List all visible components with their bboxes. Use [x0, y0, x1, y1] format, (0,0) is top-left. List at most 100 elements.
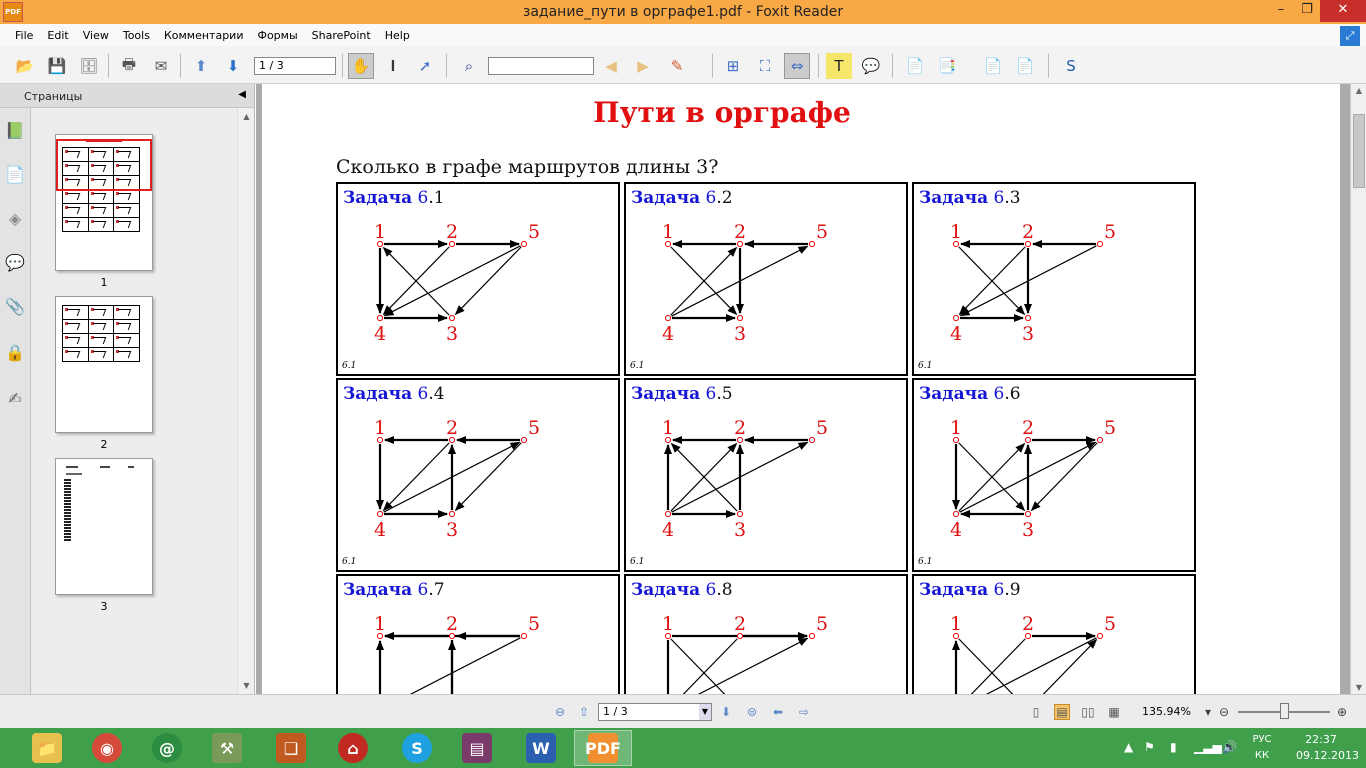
maximize-button[interactable]: ❐: [1294, 0, 1320, 22]
save-icon[interactable]: 💾: [44, 53, 70, 79]
graph-vertex-4: [952, 314, 960, 322]
doc-scroll-down-icon[interactable]: ▼: [1351, 683, 1366, 692]
hand-tool-icon[interactable]: ✋: [348, 53, 374, 79]
print-icon[interactable]: 🖶: [116, 53, 142, 79]
page-number-input[interactable]: 1 / 3: [254, 57, 336, 75]
taskbar-app-orange[interactable]: ❑: [262, 730, 320, 766]
prev-page-icon[interactable]: ⇧: [576, 704, 592, 720]
page-thumbnail-3[interactable]: [55, 458, 153, 595]
bookmarks-icon[interactable]: 📗: [3, 118, 27, 142]
zoom-in-icon[interactable]: ⊕: [1334, 704, 1350, 720]
go-back-icon[interactable]: ⬅: [770, 704, 786, 720]
taskbar-explorer[interactable]: 📁: [18, 730, 76, 766]
page-dropdown-icon[interactable]: ▼: [699, 704, 711, 720]
continuous-facing-icon[interactable]: ▦: [1106, 704, 1122, 720]
facing-pages-icon[interactable]: ▯▯: [1080, 704, 1096, 720]
menu-tools[interactable]: Tools: [116, 29, 157, 42]
thumbnail-panel: 1 2 3: [32, 108, 237, 694]
fit-page-icon[interactable]: ⛶: [752, 53, 778, 79]
layers-icon[interactable]: ◈: [3, 206, 27, 230]
volume-icon[interactable]: 🔊: [1222, 740, 1237, 754]
input-language[interactable]: РУС КК: [1247, 732, 1277, 764]
page-thumbnail-1[interactable]: [55, 134, 153, 271]
collapse-sidebar-icon[interactable]: ◀: [238, 89, 246, 100]
network-warning-icon[interactable]: ⚑: [1144, 740, 1155, 754]
taskbar-chrome[interactable]: ◉: [78, 730, 136, 766]
fullscreen-icon[interactable]: ⤢: [1340, 26, 1360, 46]
close-button[interactable]: ✕: [1320, 0, 1366, 22]
minimize-button[interactable]: –: [1268, 0, 1294, 22]
digraph-7: 12345: [374, 613, 540, 694]
signatures-icon[interactable]: ✍: [3, 386, 27, 410]
create-pdf-icon[interactable]: 📄: [902, 53, 928, 79]
next-page-status-icon[interactable]: ⬇: [718, 704, 734, 720]
comments-icon[interactable]: 💬: [3, 250, 27, 274]
menu-edit[interactable]: Edit: [40, 29, 75, 42]
pages-icon[interactable]: 📄: [3, 162, 27, 186]
taskbar-tools[interactable]: ⚒: [198, 730, 256, 766]
actual-size-icon[interactable]: ⊞: [720, 53, 746, 79]
security-lock-icon[interactable]: 🔒: [3, 340, 27, 364]
select-text-icon[interactable]: 𝐈: [380, 53, 406, 79]
attachments-icon[interactable]: 📎: [3, 294, 27, 318]
zoom-out-icon[interactable]: ⊖: [1216, 704, 1232, 720]
pdf-tools-icon[interactable]: 📑: [934, 53, 960, 79]
taskbar-skype[interactable]: S: [388, 730, 446, 766]
next-page-icon[interactable]: ⬇: [220, 53, 246, 79]
document-scrollbar[interactable]: ▲ ▼: [1350, 84, 1366, 694]
scroll-up-icon[interactable]: ▲: [238, 112, 255, 121]
vertex-label-1: 1: [950, 613, 962, 635]
pdf-export-icon[interactable]: 📄: [1012, 53, 1038, 79]
find-next-icon[interactable]: ▶: [630, 53, 656, 79]
save-as-icon[interactable]: 🗄: [76, 53, 102, 79]
menu-comments[interactable]: Комментарии: [157, 29, 251, 42]
fit-width-icon[interactable]: ⇔: [784, 53, 810, 79]
menu-file[interactable]: File: [8, 29, 40, 42]
menu-forms[interactable]: Формы: [250, 29, 304, 42]
scroll-down-icon[interactable]: ▼: [238, 681, 255, 690]
continuous-page-icon[interactable]: ▤: [1054, 704, 1070, 720]
menu-help[interactable]: Help: [378, 29, 417, 42]
system-clock[interactable]: 22:37 09.12.2013: [1296, 732, 1359, 764]
open-folder-icon[interactable]: 📂: [12, 53, 38, 79]
find-previous-icon[interactable]: ◀: [598, 53, 624, 79]
task-cell-6: Задача 6.6 1 2 3 4 5 6.1: [912, 378, 1196, 572]
previous-page-icon[interactable]: ⬆: [188, 53, 214, 79]
taskbar-word[interactable]: W: [512, 730, 570, 766]
single-page-icon[interactable]: ▯: [1028, 704, 1044, 720]
zoom-dropdown-icon[interactable]: ▾: [1200, 704, 1216, 720]
highlight-options-icon[interactable]: ✎: [664, 53, 690, 79]
typewriter-icon[interactable]: T: [826, 53, 852, 79]
pdf-convert-icon[interactable]: 📄: [980, 53, 1006, 79]
battery-icon[interactable]: ▮: [1170, 740, 1177, 754]
taskbar-app-red[interactable]: ⌂: [324, 730, 382, 766]
page-thumbnail-2[interactable]: [55, 296, 153, 433]
sharepoint-icon[interactable]: S: [1058, 53, 1084, 79]
last-page-icon[interactable]: ⊜: [744, 704, 760, 720]
visible-area-indicator[interactable]: [56, 139, 152, 191]
email-icon[interactable]: ✉: [148, 53, 174, 79]
doc-scroll-up-icon[interactable]: ▲: [1351, 86, 1366, 95]
vertex-label-3: 3: [734, 519, 746, 541]
find-input[interactable]: [488, 57, 594, 75]
find-binoculars-icon[interactable]: ⌕: [456, 53, 482, 79]
document-viewport[interactable]: Пути в орграфе Сколько в графе маршрутов…: [256, 84, 1350, 694]
menu-view[interactable]: View: [76, 29, 116, 42]
go-forward-icon[interactable]: ⇨: [796, 704, 812, 720]
graph-edge-1-3: [958, 638, 1014, 694]
status-page-input[interactable]: 1 / 3 ▼: [598, 703, 712, 721]
zoom-level[interactable]: 135.94%: [1142, 705, 1191, 718]
first-page-icon[interactable]: ⊖: [552, 704, 568, 720]
thumbnail-scrollbar[interactable]: ▲ ▼: [237, 108, 254, 694]
note-icon[interactable]: 💬: [858, 53, 884, 79]
taskbar-winrar[interactable]: ▤: [448, 730, 506, 766]
doc-scroll-thumb[interactable]: [1353, 114, 1365, 188]
zoom-slider-handle[interactable]: [1280, 703, 1289, 719]
show-hidden-icons[interactable]: ▲: [1124, 740, 1133, 754]
select-arrow-icon[interactable]: ➚: [412, 53, 438, 79]
taskbar-foxit-reader[interactable]: PDF: [574, 730, 632, 766]
digraph-6: 1 2 3 4 5: [950, 417, 1116, 541]
taskbar-mail-agent[interactable]: @: [138, 730, 196, 766]
menu-sharepoint[interactable]: SharePoint: [305, 29, 378, 42]
signal-icon[interactable]: ▁▃▅: [1194, 740, 1222, 754]
